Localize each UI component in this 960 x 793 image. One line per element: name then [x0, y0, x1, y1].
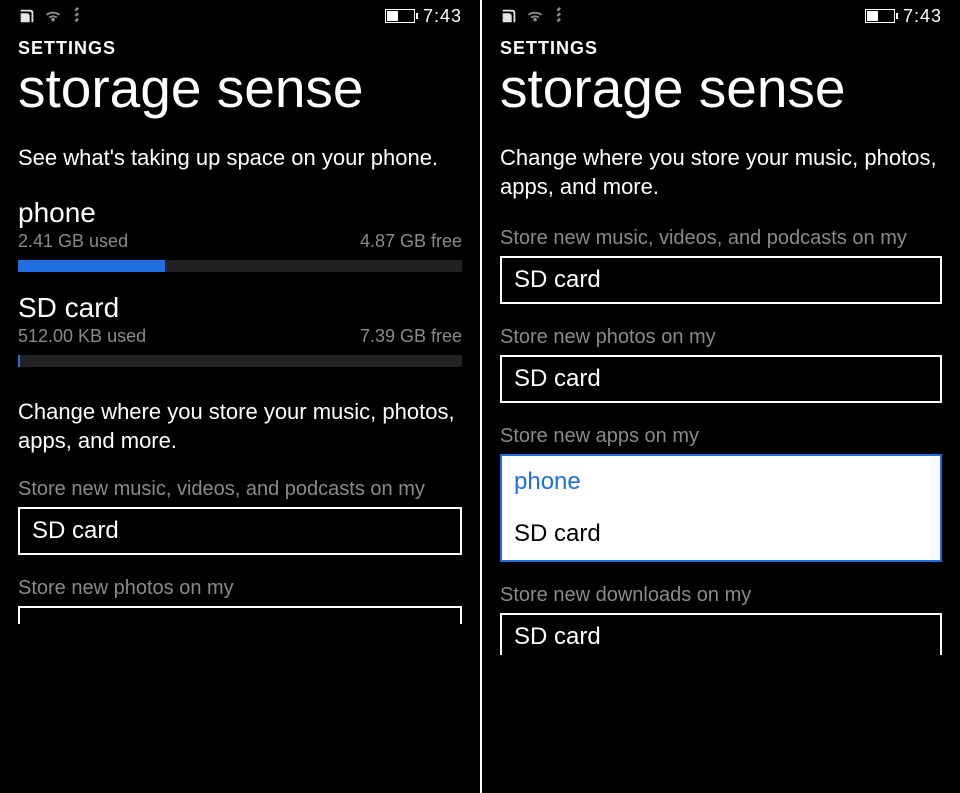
music-select[interactable]: SD card	[500, 256, 942, 304]
downloads-label: Store new downloads on my	[500, 584, 942, 607]
screen-left: 7:43 SETTINGS storage sense See what's t…	[0, 0, 480, 793]
photos-select-value: SD card	[514, 365, 601, 392]
sd-used: 512.00 KB used	[18, 326, 146, 347]
change-text: Change where you store your music, photo…	[500, 144, 942, 201]
sd-progress-fill	[18, 355, 20, 367]
vibrate-icon	[70, 7, 88, 25]
battery-icon	[865, 9, 895, 23]
apps-select-open[interactable]: phone SD card	[500, 454, 942, 562]
intro-text: See what's taking up space on your phone…	[18, 144, 462, 173]
phone-free: 4.87 GB free	[360, 231, 462, 252]
photos-select[interactable]	[18, 606, 462, 624]
music-select-value: SD card	[32, 517, 119, 544]
photos-select[interactable]: SD card	[500, 355, 942, 403]
music-label: Store new music, videos, and podcasts on…	[500, 227, 942, 250]
phone-storage-row[interactable]: phone 2.41 GB used 4.87 GB free	[18, 197, 462, 272]
status-bar: 7:43	[500, 0, 942, 28]
sd-free: 7.39 GB free	[360, 326, 462, 347]
photos-label: Store new photos on my	[18, 577, 462, 600]
phone-progress-fill	[18, 260, 165, 272]
phone-progress	[18, 260, 462, 272]
music-select-value: SD card	[514, 266, 601, 293]
downloads-select[interactable]: SD card	[500, 613, 942, 655]
vibrate-icon	[552, 7, 570, 25]
sd-progress	[18, 355, 462, 367]
screen-right: 7:43 SETTINGS storage sense Change where…	[480, 0, 960, 793]
apps-label: Store new apps on my	[500, 425, 942, 448]
music-select[interactable]: SD card	[18, 507, 462, 555]
clock: 7:43	[903, 6, 942, 27]
sd-storage-row[interactable]: SD card 512.00 KB used 7.39 GB free	[18, 292, 462, 367]
page-title: storage sense	[500, 61, 942, 116]
photos-label: Store new photos on my	[500, 326, 942, 349]
apps-option-sdcard[interactable]: SD card	[502, 508, 940, 560]
change-text: Change where you store your music, photo…	[18, 397, 462, 456]
apps-option-phone[interactable]: phone	[502, 456, 940, 508]
phone-used: 2.41 GB used	[18, 231, 128, 252]
downloads-select-value: SD card	[514, 623, 601, 650]
nfc-icon	[18, 7, 36, 25]
clock: 7:43	[423, 6, 462, 27]
wifi-icon	[526, 7, 544, 25]
wifi-icon	[44, 7, 62, 25]
settings-header: SETTINGS	[500, 38, 942, 59]
status-bar: 7:43	[18, 0, 462, 28]
settings-header: SETTINGS	[18, 38, 462, 59]
nfc-icon	[500, 7, 518, 25]
phone-storage-name: phone	[18, 197, 462, 229]
page-title: storage sense	[18, 61, 462, 116]
sd-storage-name: SD card	[18, 292, 462, 324]
battery-icon	[385, 9, 415, 23]
music-label: Store new music, videos, and podcasts on…	[18, 478, 462, 501]
